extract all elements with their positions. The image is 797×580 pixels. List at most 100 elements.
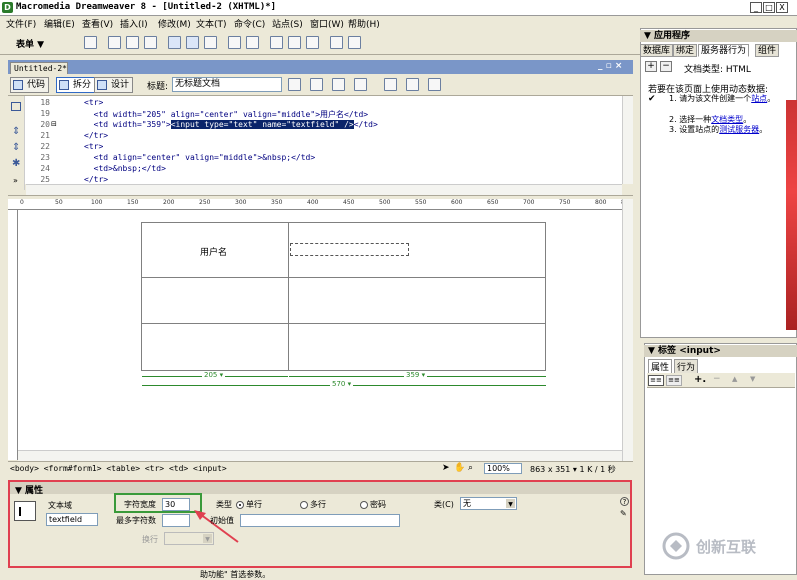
table-width-label[interactable]: 570 ▾: [330, 380, 354, 388]
menu-window[interactable]: 窗口(W): [310, 17, 344, 30]
tab-behaviors[interactable]: 行为: [674, 359, 699, 374]
menu-commands[interactable]: 命令(C): [234, 17, 265, 30]
maximize-button[interactable]: □: [763, 2, 775, 13]
minimize-button[interactable]: _: [750, 2, 762, 13]
view-options-icon[interactable]: [384, 78, 397, 91]
remove-behavior-button[interactable]: −: [660, 61, 672, 72]
menu-site[interactable]: 站点(S): [272, 17, 303, 30]
close-button[interactable]: X: [776, 2, 788, 13]
expand-all-icon[interactable]: ✱: [12, 158, 20, 169]
add-behavior-button[interactable]: +: [645, 61, 657, 72]
tab-components[interactable]: 组件: [755, 44, 780, 57]
design-vertical-scrollbar[interactable]: [622, 199, 633, 461]
checkbox-icon[interactable]: [168, 36, 181, 49]
move-down-icon[interactable]: ▼: [750, 375, 755, 383]
doc-type-link[interactable]: 文档类型: [711, 115, 743, 124]
class-select[interactable]: 无 ▼: [460, 497, 517, 510]
remove-event-icon[interactable]: −: [713, 374, 721, 384]
multi-line-radio[interactable]: [300, 501, 308, 509]
menu-edit[interactable]: 编辑(E): [44, 17, 75, 30]
insert-category-dropdown[interactable]: 表单 ▼: [16, 37, 44, 50]
validate-icon[interactable]: [428, 78, 441, 91]
textarea-icon[interactable]: [144, 36, 157, 49]
field-name-input[interactable]: textfield: [46, 513, 98, 526]
list-menu-icon[interactable]: [228, 36, 241, 49]
zoom-tool-icon[interactable]: ⌕: [468, 463, 473, 473]
dropdown-arrow-icon: ▼: [506, 499, 515, 508]
tag-panel-header[interactable]: ▼ 标签 <input>: [644, 345, 797, 357]
menu-help[interactable]: 帮助(H): [348, 17, 380, 30]
menu-text[interactable]: 文本(T): [196, 17, 227, 30]
menu-view[interactable]: 查看(V): [82, 17, 113, 30]
collapse-icon[interactable]: ⇕: [12, 126, 20, 137]
file-field-icon[interactable]: [288, 36, 301, 49]
collapse-selection-icon[interactable]: ⇕: [12, 142, 20, 153]
table-cell[interactable]: [141, 323, 289, 371]
tab-server-behaviors[interactable]: 服务器行为: [698, 44, 750, 57]
fold-marker-icon[interactable]: ⊟: [51, 120, 57, 128]
application-panel-header[interactable]: ▼ 应用程序: [640, 30, 797, 42]
design-horizontal-scrollbar[interactable]: [18, 450, 622, 461]
refresh-icon[interactable]: [354, 78, 367, 91]
testing-server-link[interactable]: 测试服务器: [719, 125, 759, 134]
code-vertical-scrollbar[interactable]: [622, 96, 633, 184]
visual-aids-icon[interactable]: [406, 78, 419, 91]
max-chars-input[interactable]: [162, 514, 190, 527]
init-value-input[interactable]: [240, 514, 400, 527]
tag-selector[interactable]: <body> <form#form1> <table> <tr> <td> <i…: [10, 464, 227, 473]
code-view-button[interactable]: 代码: [10, 77, 50, 93]
preview-browser-icon[interactable]: [310, 78, 323, 91]
site-link[interactable]: 站点: [751, 94, 767, 103]
image-field-icon[interactable]: [270, 36, 283, 49]
form-icon[interactable]: [84, 36, 97, 49]
wrap-select[interactable]: ▼: [164, 532, 214, 545]
add-behavior-icon[interactable]: +.: [694, 374, 706, 385]
text-field-icon[interactable]: [108, 36, 121, 49]
table-cell[interactable]: [288, 277, 546, 324]
doc-window-controls[interactable]: _ ▫ ×: [598, 61, 622, 71]
document-tab[interactable]: Untitled-2*: [10, 62, 68, 74]
radio-group-icon[interactable]: [204, 36, 217, 49]
tab-bindings[interactable]: 绑定: [673, 44, 698, 57]
move-up-icon[interactable]: ▲: [732, 375, 737, 383]
textfield-element[interactable]: [290, 243, 409, 256]
hand-tool-icon[interactable]: ✋: [454, 463, 465, 473]
char-width-input[interactable]: 30: [162, 498, 190, 511]
tab-attributes[interactable]: 属性: [648, 359, 673, 374]
radio-button-icon[interactable]: [186, 36, 199, 49]
document-title-input[interactable]: 无标题文档: [172, 77, 282, 92]
password-radio[interactable]: [360, 501, 368, 509]
open-documents-icon[interactable]: [11, 102, 21, 111]
fieldset-icon[interactable]: [348, 36, 361, 49]
column-width-label[interactable]: 205 ▾: [202, 371, 226, 379]
select-tool-icon[interactable]: ➤: [442, 463, 450, 473]
show-set-events-icon[interactable]: ≡≡: [648, 375, 664, 386]
coding-toolbar: ⇕ ⇕ ✱ »: [8, 96, 25, 190]
code-horizontal-scrollbar[interactable]: [26, 184, 622, 195]
design-view-icon: [97, 80, 107, 90]
show-all-events-icon[interactable]: ≡≡: [666, 375, 682, 386]
menu-modify[interactable]: 修改(M): [158, 17, 191, 30]
file-management-icon[interactable]: [288, 78, 301, 91]
table-cell[interactable]: [288, 323, 546, 371]
button-icon[interactable]: [306, 36, 319, 49]
tab-databases[interactable]: 数据库: [640, 44, 674, 57]
zoom-select[interactable]: 100%: [484, 463, 522, 474]
single-line-radio[interactable]: [236, 501, 244, 509]
design-view-button[interactable]: 设计: [94, 77, 134, 93]
help-icon[interactable]: ?: [620, 497, 629, 506]
column-width-label[interactable]: 359 ▾: [404, 371, 428, 379]
menu-insert[interactable]: 插入(I): [120, 17, 148, 30]
jump-menu-icon[interactable]: [246, 36, 259, 49]
property-inspector-header[interactable]: [10, 482, 630, 494]
window-size-readout[interactable]: 863 x 351 ▾ 1 K / 1 秒: [530, 464, 616, 475]
debug-icon[interactable]: [332, 78, 345, 91]
hidden-field-icon[interactable]: [126, 36, 139, 49]
split-view-button[interactable]: 拆分: [56, 77, 96, 93]
menu-file[interactable]: 文件(F): [6, 17, 36, 30]
more-tools-icon[interactable]: »: [13, 176, 18, 185]
edit-tag-icon[interactable]: ✎: [620, 509, 627, 518]
line-number: 19: [40, 109, 50, 118]
label-icon[interactable]: [330, 36, 343, 49]
table-cell[interactable]: [141, 277, 289, 324]
